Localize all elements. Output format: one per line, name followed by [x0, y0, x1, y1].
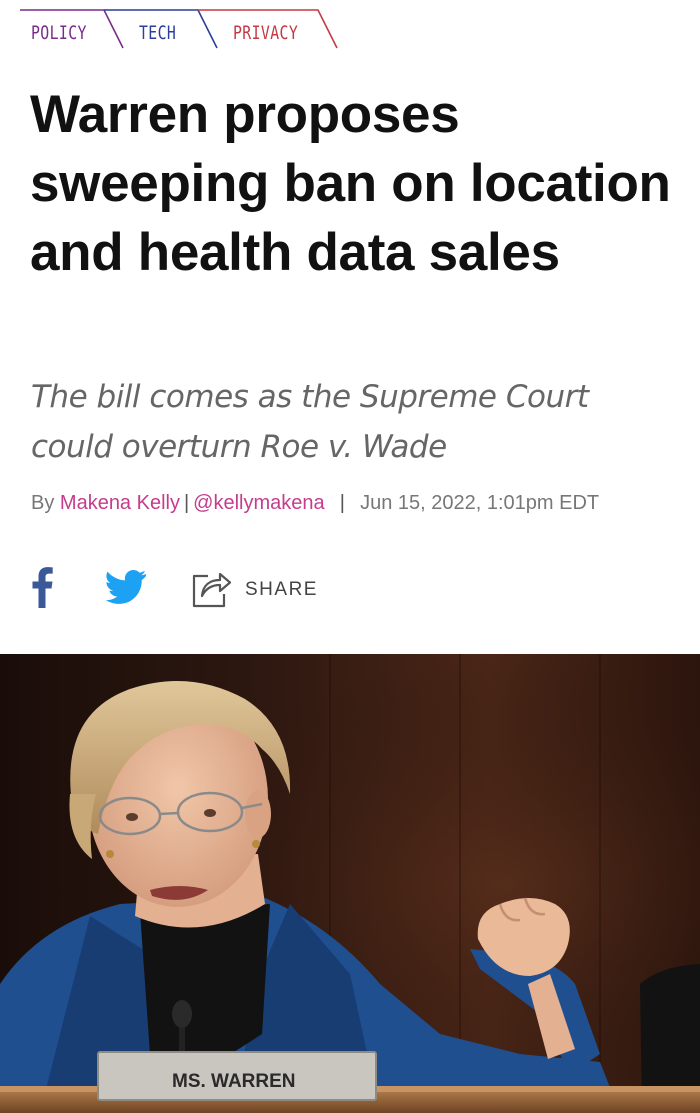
- author-handle-link[interactable]: @kellymakena: [193, 492, 324, 514]
- byline-divider: |: [334, 492, 351, 514]
- author-link[interactable]: Makena Kelly: [60, 492, 180, 514]
- article-dek: The bill comes as the Supreme Court coul…: [31, 379, 589, 465]
- category-tab-privacy[interactable]: PRIVACY: [233, 22, 298, 44]
- lead-photo: MS. WARREN: [0, 654, 700, 1113]
- share-arrow-icon: [192, 572, 232, 608]
- share-row: SHARE: [28, 566, 348, 610]
- share-button[interactable]: SHARE: [190, 568, 350, 608]
- facebook-icon[interactable]: [28, 566, 56, 608]
- byline-divider: |: [183, 492, 190, 514]
- publish-date: Jun 15, 2022, 1:01pm EDT: [360, 492, 600, 514]
- category-tabs: POLICY TECH PRIVACY: [20, 8, 340, 52]
- article-headline: Warren proposes sweeping ban on location…: [30, 85, 671, 282]
- article-byline: By Makena Kelly | @kellymakena | Jun 15, 2…: [31, 492, 599, 515]
- twitter-icon[interactable]: [106, 570, 146, 604]
- category-tab-policy[interactable]: POLICY: [31, 22, 87, 44]
- share-label: SHARE: [245, 579, 318, 600]
- nameplate: MS. WARREN: [172, 1071, 296, 1092]
- lead-photo-illustration: MS. WARREN: [0, 654, 700, 1113]
- category-tab-tech[interactable]: TECH: [139, 22, 176, 44]
- byline-prefix: By: [31, 492, 55, 514]
